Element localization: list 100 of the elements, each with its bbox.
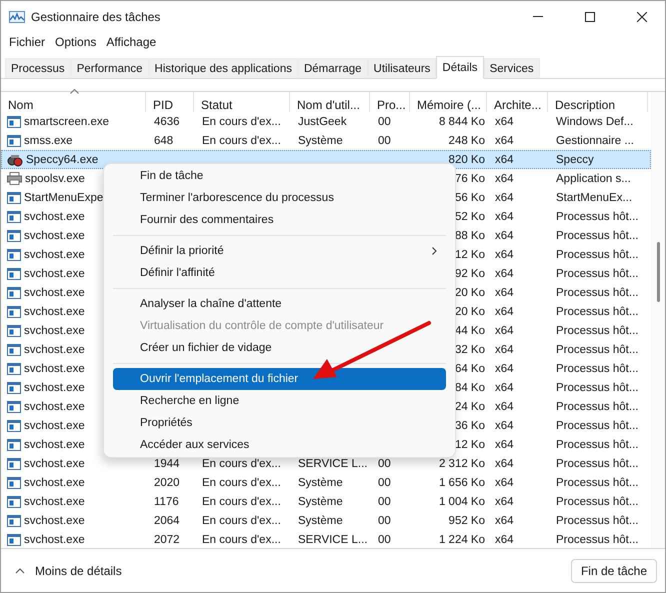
table-cell-text: 00	[377, 134, 392, 146]
table-cell-text: 2064	[153, 514, 181, 526]
table-cell-text: Processus hôt...	[555, 458, 640, 470]
table-cell-text: En cours d'ex...	[201, 496, 282, 508]
table-cell-text: 92 Ko	[454, 268, 486, 280]
process-name: svchost.exe	[24, 476, 85, 488]
process-name: svchost.exe	[24, 210, 85, 222]
table-cell-text: 00	[377, 458, 392, 470]
process-name: spoolsv.exe	[25, 172, 85, 184]
table-cell-text: 00	[377, 116, 392, 128]
process-name: svchost.exe	[24, 268, 85, 280]
table-cell-text: 00	[377, 496, 392, 508]
process-name: Speccy64.exe	[26, 154, 98, 166]
table-cell-text: Processus hôt...	[555, 306, 640, 318]
table-cell-text: x64	[494, 172, 515, 184]
table-cell-text: x64	[494, 230, 515, 242]
process-name: smartscreen.exe	[24, 116, 110, 128]
table-cell-text: x64	[494, 344, 515, 356]
table-cell-text: Processus hôt...	[555, 514, 640, 526]
table-cell-text: x64	[494, 382, 515, 394]
table-cell-text: 2020	[153, 476, 181, 488]
table-cell-text: Processus hôt...	[555, 420, 640, 432]
table-cell-text: 00	[377, 476, 392, 488]
table-cell-text: 44 Ko	[454, 324, 486, 336]
table-cell-text: 84 Ko	[454, 382, 486, 394]
table-cell-text: En cours d'ex...	[201, 514, 282, 526]
table-cell-text: x64	[494, 400, 515, 412]
table-cell-text: x64	[494, 210, 515, 222]
process-name: svchost.exe	[24, 534, 85, 546]
table-cell-text: 1 656 Ko	[438, 476, 486, 488]
table-cell-text: Speccy	[555, 154, 595, 166]
table-cell-text: SERVICE L...	[297, 458, 368, 470]
table-cell-text: 8 844 Ko	[438, 116, 486, 128]
table-cell-text: Processus hôt...	[555, 400, 640, 412]
table-cell-text: En cours d'ex...	[201, 534, 282, 546]
table-cell-text: Processus hôt...	[555, 210, 640, 222]
table-cell-text: x64	[494, 476, 515, 488]
table-cell-text: Processus hôt...	[555, 230, 640, 242]
table-cell-text: 00	[377, 514, 392, 526]
process-name: svchost.exe	[24, 344, 85, 356]
table-cell-text: JustGeek	[297, 116, 348, 128]
process-name: svchost.exe	[24, 324, 85, 336]
process-name: StartMenuExpe	[24, 192, 104, 204]
table-cell-text: x64	[494, 458, 515, 470]
table-cell-text: 88 Ko	[454, 230, 486, 242]
table-cell-text: 820 Ko	[448, 154, 486, 166]
table-cell-text: 2072	[153, 534, 181, 546]
table-cell-text: x64	[494, 362, 515, 374]
table-cell-text: x64	[494, 268, 515, 280]
table-cell-text: Application s...	[555, 172, 632, 184]
table-cell-text: Gestionnaire ...	[555, 134, 635, 146]
process-name: svchost.exe	[24, 400, 85, 412]
table-cell-text: x64	[494, 248, 515, 260]
table-cell-text: 36 Ko	[454, 420, 486, 432]
table-cell-text: 1944	[153, 458, 181, 470]
process-name: svchost.exe	[24, 362, 85, 374]
table-cell-text: x64	[494, 116, 515, 128]
table-cell-text: 20 Ko	[454, 286, 486, 298]
table-cell-text: x64	[494, 134, 515, 146]
process-name: svchost.exe	[24, 230, 85, 242]
table-cell-text: 52 Ko	[454, 210, 486, 222]
table-cell-text: x64	[494, 514, 515, 526]
process-name: svchost.exe	[24, 306, 85, 318]
window-title: Gestionnaire des tâches	[31, 10, 162, 24]
table-cell-text: 648	[153, 134, 174, 146]
process-name: svchost.exe	[24, 514, 85, 526]
table-cell-text: Processus hôt...	[555, 248, 640, 260]
process-name: svchost.exe	[24, 458, 85, 470]
table-cell-text: En cours d'ex...	[201, 116, 282, 128]
table-cell-text: Processus hôt...	[555, 382, 640, 394]
table-cell-text: Système	[297, 514, 344, 526]
table-cell-text: 1176	[153, 496, 180, 508]
table-cell-text: Système	[297, 476, 344, 488]
table-cell-text: Processus hôt...	[555, 362, 640, 374]
table-cell-text: x64	[494, 286, 515, 298]
table-cell-text: Processus hôt...	[555, 476, 640, 488]
table-cell-text: 2 312 Ko	[438, 458, 486, 470]
table-cell-text: 1 004 Ko	[438, 496, 486, 508]
table-cell-text: 248 Ko	[448, 134, 486, 146]
table-cell-text: x64	[494, 324, 515, 336]
table-cell-text: 12 Ko	[454, 248, 486, 260]
process-name: svchost.exe	[24, 286, 85, 298]
table-cell-text: SERVICE L...	[297, 534, 368, 546]
table-cell-text: Processus hôt...	[555, 344, 640, 356]
table-cell-text: 76 Ko	[454, 172, 486, 184]
table-cell-text: 24 Ko	[454, 400, 486, 412]
process-name: svchost.exe	[24, 382, 85, 394]
table-cell-text: 952 Ko	[448, 514, 486, 526]
table-cell-text: Processus hôt...	[555, 324, 640, 336]
process-name: svchost.exe	[24, 420, 85, 432]
table-cell-text: x64	[494, 192, 515, 204]
table-cell-text: 20 Ko	[454, 306, 486, 318]
process-name: svchost.exe	[24, 496, 85, 508]
table-cell-text: En cours d'ex...	[201, 476, 282, 488]
table-cell-text: 32 Ko	[454, 344, 486, 356]
table-cell-text: x64	[494, 438, 515, 450]
table-cell-text: En cours d'ex...	[201, 134, 282, 146]
table-cell-text: 12 Ko	[454, 438, 486, 450]
table-cell-text: StartMenuEx...	[555, 192, 634, 204]
table-cell-text: x64	[494, 496, 515, 508]
